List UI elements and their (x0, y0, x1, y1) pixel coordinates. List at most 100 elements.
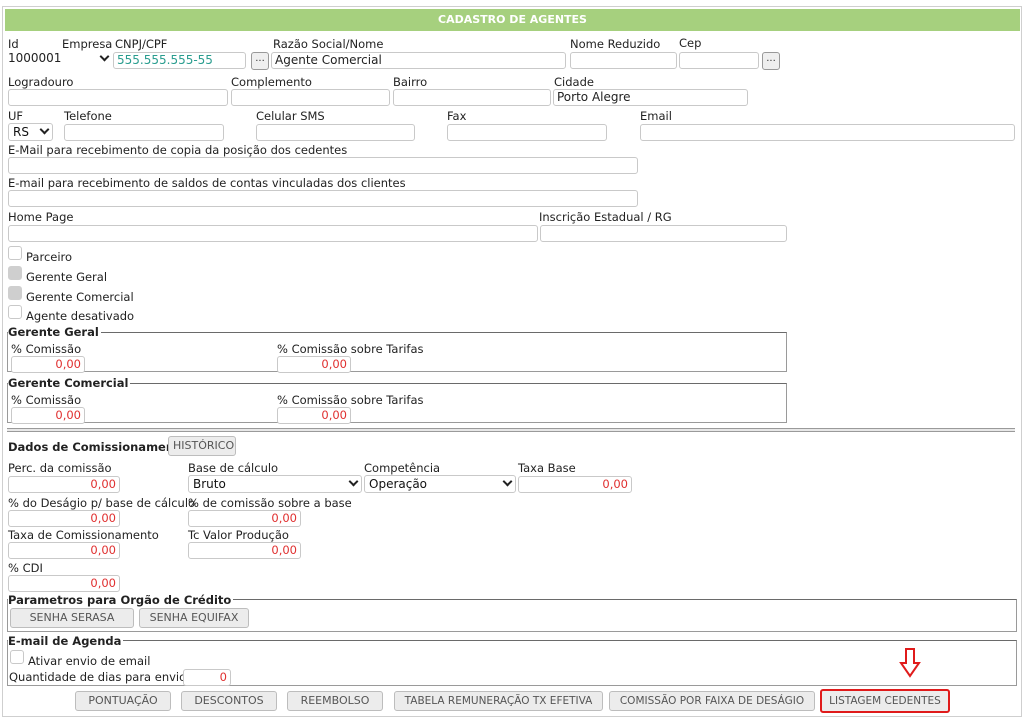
email-saldos-input[interactable] (8, 190, 638, 207)
cidade-label: Cidade (554, 75, 594, 89)
bairro-label: Bairro (393, 75, 428, 89)
email-label: Email (640, 109, 672, 123)
dias-envio-label: Quantidade de dias para envio (9, 670, 187, 684)
empresa-select[interactable] (62, 51, 112, 69)
comissionamento-title: Dados de Comissionamento (8, 440, 188, 454)
section-divider (7, 428, 1015, 432)
cnpj-input[interactable]: 555.555.555-55 (113, 52, 246, 69)
nome-reduzido-label: Nome Reduzido (570, 37, 661, 51)
gc-comissao-input[interactable]: 0,00 (11, 407, 85, 424)
credito-legend: Parametros para Orgão de Crédito (8, 593, 234, 607)
uf-select[interactable]: RS (8, 123, 53, 141)
gerente-comercial-checkbox[interactable] (8, 286, 22, 300)
empresa-label: Empresa (62, 37, 113, 51)
comissao-base-input[interactable]: 0,00 (188, 510, 301, 527)
comissao-faixa-button[interactable]: COMISSÃO POR FAIXA DE DESÁGIO (609, 691, 815, 711)
ativar-email-label: Ativar envio de email (28, 654, 151, 668)
fax-label: Fax (447, 109, 467, 123)
complemento-label: Complemento (231, 75, 312, 89)
pontuacao-button[interactable]: PONTUAÇÃO (75, 691, 171, 711)
tc-valor-label: Tc Valor Produção (188, 528, 289, 542)
ativar-email-checkbox[interactable] (10, 650, 24, 664)
chevron-down-icon (348, 476, 359, 487)
agente-desativado-label: Agente desativado (26, 309, 135, 323)
email-input[interactable] (640, 124, 1015, 141)
taxa-base-label: Taxa Base (518, 461, 576, 475)
gc-comissao-label: % Comissão (11, 393, 82, 407)
logradouro-input[interactable] (8, 89, 228, 106)
competencia-value: Operação (369, 477, 428, 491)
telefone-label: Telefone (64, 109, 112, 123)
gerente-comercial-label: Gerente Comercial (26, 290, 134, 304)
email-copia-label: E-Mail para recebimento de copia da posi… (8, 143, 348, 157)
razao-label: Razão Social/Nome (273, 37, 384, 51)
agenda-legend: E-mail de Agenda (8, 634, 124, 648)
cidade-input[interactable]: Porto Alegre (553, 89, 748, 106)
taxa-comissionamento-input[interactable]: 0,00 (8, 542, 120, 559)
desagio-input[interactable]: 0,00 (8, 510, 120, 527)
ie-input[interactable] (540, 225, 787, 242)
historico-button[interactable]: HISTÓRICO (168, 436, 236, 456)
parceiro-label: Parceiro (26, 250, 73, 264)
telefone-input[interactable] (64, 124, 224, 141)
cnpj-label: CNPJ/CPF (115, 37, 168, 51)
parceiro-checkbox[interactable] (8, 246, 22, 260)
dias-envio-input[interactable]: 0 (183, 669, 231, 686)
cdi-label: % CDI (8, 561, 43, 575)
complemento-input[interactable] (231, 89, 390, 106)
gg-comissao-label: % Comissão (11, 342, 82, 356)
page-title: CADASTRO DE AGENTES (5, 9, 1020, 31)
gg-tarifas-input[interactable]: 0,00 (277, 356, 351, 373)
celular-label: Celular SMS (256, 109, 325, 123)
agente-desativado-checkbox[interactable] (8, 305, 22, 319)
base-calculo-select[interactable]: Bruto (188, 475, 362, 493)
taxa-base-input[interactable]: 0,00 (518, 476, 632, 493)
cep-label: Cep (679, 36, 702, 50)
base-calculo-value: Bruto (193, 477, 226, 491)
ellipsis-icon: ... (766, 53, 776, 64)
descontos-button[interactable]: DESCONTOS (181, 691, 277, 711)
razao-input[interactable]: Agente Comercial (271, 52, 566, 69)
senha-equifax-button[interactable]: SENHA EQUIFAX (139, 608, 249, 628)
gg-comissao-input[interactable]: 0,00 (11, 356, 85, 373)
cep-search-button[interactable]: ... (762, 52, 780, 70)
chevron-down-icon (39, 124, 50, 135)
gc-tarifas-input[interactable]: 0,00 (277, 407, 351, 424)
competencia-label: Competência (364, 461, 441, 475)
gg-tarifas-label: % Comissão sobre Tarifas (277, 342, 424, 356)
perc-comissao-input[interactable]: 0,00 (8, 476, 120, 493)
homepage-label: Home Page (8, 210, 74, 224)
base-calculo-label: Base de cálculo (188, 461, 279, 475)
celular-input[interactable] (256, 124, 415, 141)
cdi-input[interactable]: 0,00 (8, 575, 120, 592)
gc-tarifas-label: % Comissão sobre Tarifas (277, 393, 424, 407)
cnpj-search-button[interactable]: ... (251, 52, 269, 70)
uf-value: RS (13, 125, 29, 139)
uf-label: UF (8, 109, 24, 123)
gerente-comercial-legend: Gerente Comercial (8, 376, 131, 390)
tc-valor-input[interactable]: 0,00 (188, 542, 301, 559)
ellipsis-icon: ... (255, 53, 265, 64)
arrow-down-icon (899, 648, 921, 678)
listagem-cedentes-button[interactable]: LISTAGEM CEDENTES (820, 689, 950, 713)
tabela-remuneracao-button[interactable]: TABELA REMUNERAÇÃO TX EFETIVA (394, 691, 603, 711)
comissao-base-label: % de comissão sobre a base (188, 496, 352, 510)
gerente-geral-checkbox[interactable] (8, 266, 22, 280)
chevron-down-icon (502, 476, 513, 487)
cep-input[interactable] (679, 52, 759, 69)
bairro-input[interactable] (393, 89, 551, 106)
email-copia-input[interactable] (8, 157, 638, 174)
reembolso-button[interactable]: REEMBOLSO (287, 691, 383, 711)
perc-comissao-label: Perc. da comissão (8, 461, 112, 475)
nome-reduzido-input[interactable] (570, 52, 677, 69)
ie-label: Inscrição Estadual / RG (539, 210, 672, 224)
gerente-geral-label: Gerente Geral (26, 270, 108, 284)
senha-serasa-button[interactable]: SENHA SERASA (10, 608, 134, 628)
gerente-geral-legend: Gerente Geral (8, 325, 101, 339)
id-label: Id (8, 37, 19, 51)
chevron-down-icon (99, 51, 110, 62)
competencia-select[interactable]: Operação (364, 475, 516, 493)
fax-input[interactable] (447, 124, 607, 141)
desagio-label: % do Deságio p/ base de cálculo (8, 496, 196, 510)
homepage-input[interactable] (8, 225, 538, 242)
